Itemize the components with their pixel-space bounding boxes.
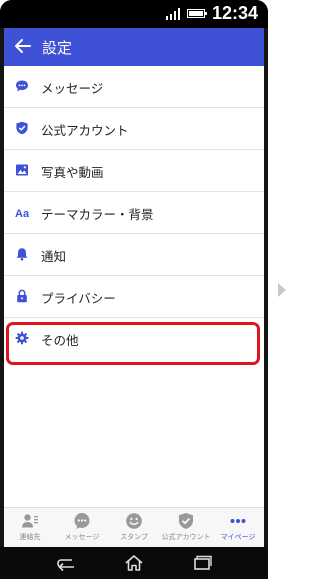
settings-item-label: プライバシー [41,291,116,306]
back-arrow-icon[interactable] [14,35,32,57]
shield-check-icon [16,121,28,135]
battery-icon [187,9,207,18]
tab-label: マイページ [220,533,256,541]
settings-item-photos-videos[interactable]: 写真や動画 [4,150,264,192]
settings-item-label: 通知 [41,249,67,264]
settings-item-privacy[interactable]: プライバシー [4,276,264,318]
nav-home-icon[interactable] [123,553,145,573]
android-nav-bar [0,547,268,579]
settings-item-messages[interactable]: メッセージ [4,66,264,108]
tab-official-account[interactable]: 公式アカウント [160,508,212,548]
status-bar: 12:34 [0,0,268,28]
chat-bubble-icon [16,80,28,92]
tab-stamps[interactable]: スタンプ [108,508,160,548]
svg-text:Aa: Aa [15,208,29,219]
lock-icon [17,289,27,303]
settings-item-label: 公式アカウント [41,123,129,138]
font-aa-icon: Aa [15,208,29,219]
tab-label: 公式アカウント [161,533,211,541]
settings-item-theme-background[interactable]: Aa テーマカラー・背景 [4,192,264,234]
chat-bubble-icon [74,513,90,529]
image-icon [16,164,28,176]
signal-icon [166,8,180,20]
bottom-tab-bar: 連絡先 メッセージ スタンプ 公式アカウント マイページ [4,507,264,548]
settings-item-notifications[interactable]: 通知 [4,234,264,276]
more-dots-icon [230,519,246,523]
highlight-frame [6,322,260,365]
tab-messages[interactable]: メッセージ [56,508,108,548]
nav-back-icon[interactable] [55,553,77,573]
page-title: 設定 [42,39,73,57]
settings-item-label: メッセージ [41,81,104,96]
smiley-icon [126,513,142,529]
settings-item-label: 写真や動画 [41,165,104,180]
status-clock: 12:34 [211,3,258,23]
settings-item-official-account[interactable]: 公式アカウント [4,108,264,150]
tab-label: メッセージ [64,533,100,541]
tab-label: スタンプ [120,533,148,541]
tab-my-page[interactable]: マイページ [212,508,264,548]
shield-check-icon [179,513,193,529]
nav-recents-icon[interactable] [191,553,213,573]
settings-item-label: テーマカラー・背景 [41,207,154,222]
next-arrow-icon[interactable] [277,283,287,297]
tab-label: 連絡先 [19,533,41,541]
bell-icon [16,248,28,261]
settings-list: メッセージ 公式アカウント 写真や動画 Aa テーマカラー・背景 通知 プライバ… [4,66,264,507]
tab-contacts[interactable]: 連絡先 [4,508,56,548]
app-bar: 設定 [4,28,264,66]
contacts-icon [22,514,38,528]
phone-frame: 12:34 設定 メッセージ 公式アカウント 写真や動画 Aa テーマカラー・背… [0,0,268,579]
